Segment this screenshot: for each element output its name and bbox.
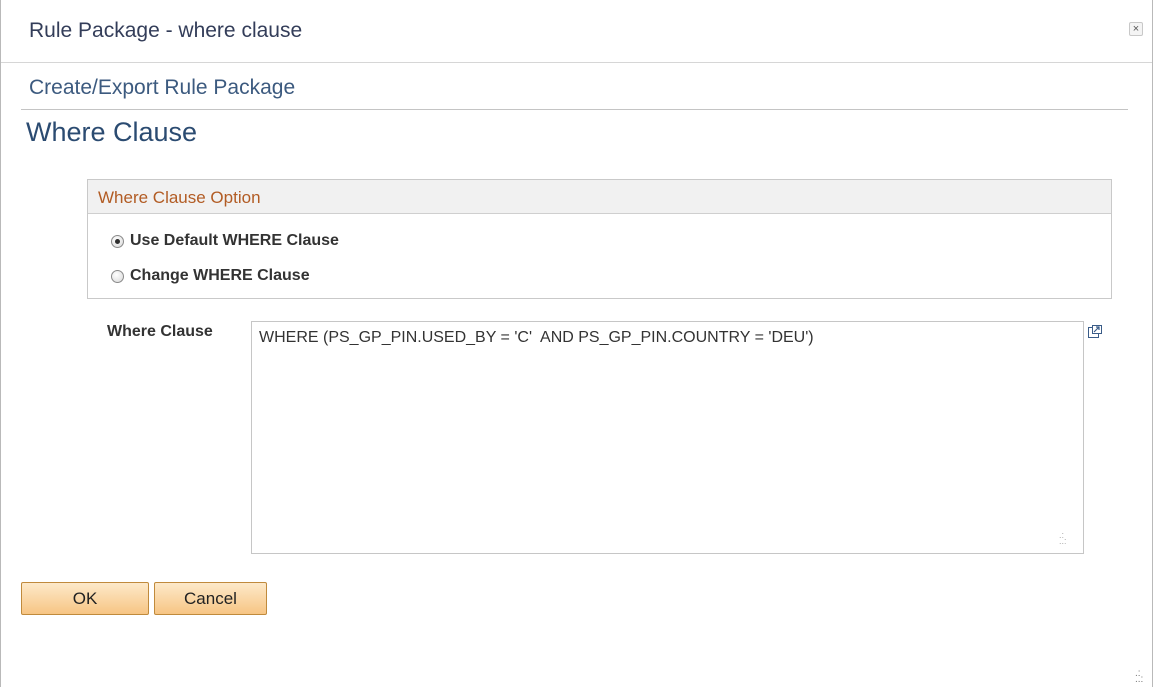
- header-divider: [21, 109, 1128, 110]
- close-button[interactable]: ×: [1129, 22, 1143, 36]
- radio-use-default-where-clause[interactable]: Use Default WHERE Clause: [111, 231, 339, 251]
- dialog-titlebar: Rule Package - where clause ×: [1, 0, 1152, 63]
- radio-label: Use Default WHERE Clause: [130, 232, 339, 249]
- ok-button[interactable]: OK: [21, 582, 149, 615]
- radio-checked-icon[interactable]: [111, 234, 124, 248]
- dialog-title: Rule Package - where clause: [29, 19, 303, 42]
- dialog-resize-grip-icon[interactable]: .:..:: [1135, 669, 1143, 685]
- close-icon: ×: [1132, 23, 1140, 35]
- resize-grip-icon[interactable]: .:..:: [1059, 531, 1073, 546]
- radio-unchecked-icon[interactable]: [111, 269, 124, 283]
- where-clause-label: Where Clause: [107, 323, 213, 340]
- expand-icon[interactable]: [1087, 324, 1103, 340]
- groupbox-title: Where Clause Option: [98, 188, 261, 207]
- where-clause-textarea[interactable]: WHERE (PS_GP_PIN.USED_BY = 'C' AND PS_GP…: [251, 321, 1084, 554]
- cancel-button[interactable]: Cancel: [154, 582, 267, 615]
- radio-change-where-clause[interactable]: Change WHERE Clause: [111, 266, 310, 286]
- groupbox-header: Where Clause Option: [88, 180, 1111, 214]
- radio-label: Change WHERE Clause: [130, 267, 310, 284]
- page-subtitle: Where Clause: [26, 117, 198, 147]
- page-header: Create/Export Rule Package: [29, 76, 296, 99]
- rule-package-dialog: Rule Package - where clause × Create/Exp…: [0, 0, 1153, 687]
